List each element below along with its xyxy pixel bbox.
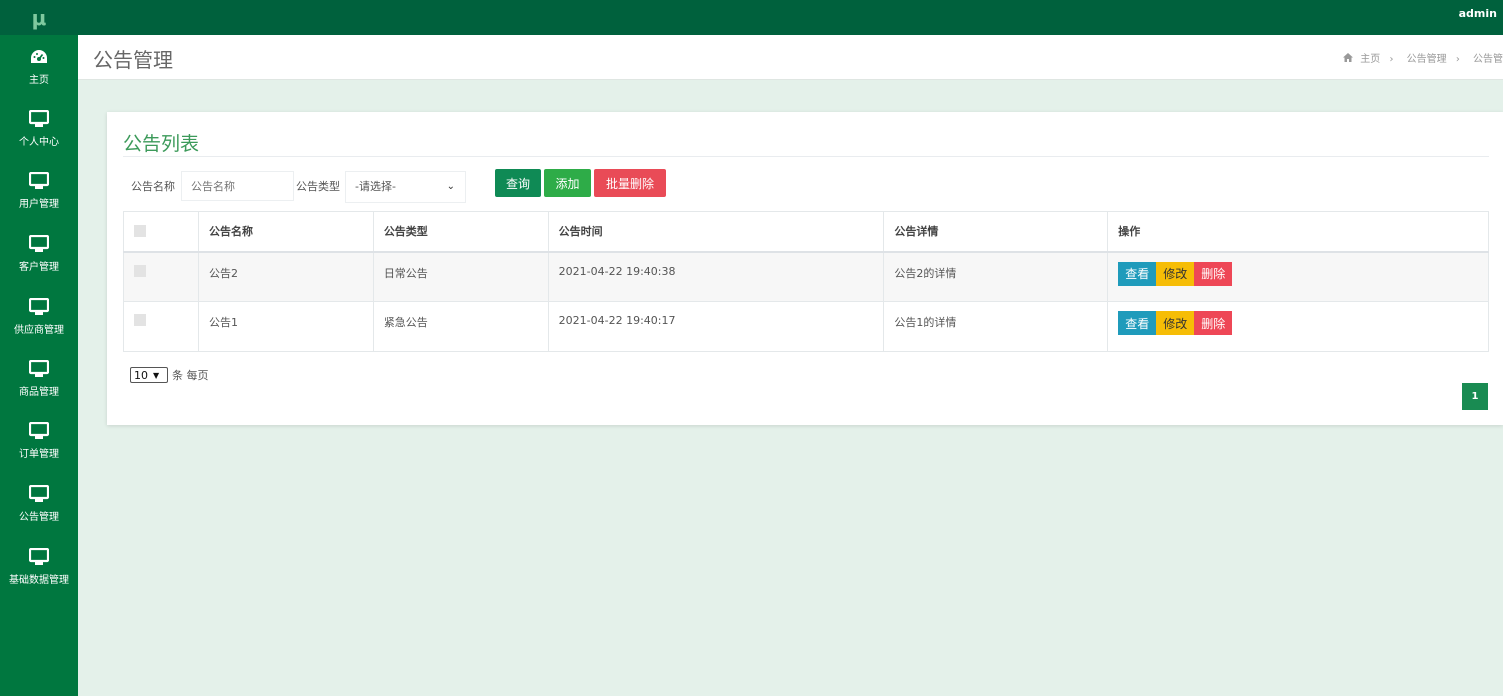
sidebar-item-label: 主页 [29,75,49,86]
sidebar-item-profile[interactable]: 个人中心 [0,97,78,159]
sidebar-item-label: 公告管理 [19,512,59,523]
monitor-icon [29,170,49,192]
view-button[interactable]: 查看 [1118,311,1157,335]
breadcrumb-item-current: 公告管 [1473,54,1503,65]
per-page-label: 条 每页 [172,369,209,382]
page-button-current[interactable]: 1 [1462,383,1488,410]
type-filter-value: -请选择- [355,180,396,193]
sidebar-item-label: 客户管理 [19,262,59,273]
app-logo: μ [31,5,47,30]
sidebar-item-suppliers[interactable]: 供应商管理 [0,285,78,347]
select-all-cell [123,211,199,253]
row-checkbox[interactable] [134,314,146,326]
table-row: 公告2 日常公告 2021-04-22 19:40:38 公告2的详情 查看 修… [123,251,1489,302]
sidebar-item-customers[interactable]: 客户管理 [0,222,78,284]
column-header: 公告时间 [547,211,885,253]
notice-list-card: 公告列表 公告名称 公告类型 -请选择- ⌄ 查询 添加 批量删除 公告名称 公… [107,112,1503,425]
monitor-icon [29,358,49,380]
notice-time: 2021-04-22 19:40:17 [547,301,885,352]
column-header: 公告名称 [197,211,374,253]
sidebar-item-label: 用户管理 [19,199,59,210]
search-button[interactable]: 查询 [495,169,541,197]
sidebar-item-label: 基础数据管理 [9,575,69,586]
column-header: 公告类型 [372,211,549,253]
page-size-value: 10 [134,368,148,382]
view-button[interactable]: 查看 [1118,261,1157,286]
notice-detail: 公告1的详情 [883,301,1109,352]
page-size-select[interactable]: 10 ▼ [130,367,168,383]
page-header: 公告管理 主页 › 公告管理 › 公告管 [78,35,1503,80]
sidebar-item-users[interactable]: 用户管理 [0,159,78,221]
chevron-down-icon: ▼ [153,370,160,380]
card-title: 公告列表 [123,133,200,155]
notice-type: 紧急公告 [372,301,549,352]
breadcrumb-item-notices[interactable]: 公告管理 [1407,54,1447,65]
divider [123,156,1489,157]
row-select-cell [123,301,199,352]
chevron-down-icon: ⌄ [446,181,455,192]
row-actions: 查看 修改 删除 [1107,251,1489,302]
table-header-row: 公告名称 公告类型 公告时间 公告详情 操作 [123,211,1489,253]
table-row: 公告1 紧急公告 2021-04-22 19:40:17 公告1的详情 查看 修… [123,301,1489,352]
row-actions: 查看 修改 删除 [1107,301,1489,352]
page-title: 公告管理 [93,48,173,72]
home-icon [1343,53,1356,65]
row-select-cell [123,251,199,302]
notice-detail: 公告2的详情 [883,251,1109,302]
monitor-icon [29,483,49,505]
top-bar: μ admin [0,0,1503,35]
page-size-control: 10 ▼ 条 每页 [130,367,209,383]
notice-table: 公告名称 公告类型 公告时间 公告详情 操作 公告2 日常公告 2021-04-… [123,211,1489,352]
add-button[interactable]: 添加 [544,169,591,197]
monitor-icon [29,546,49,568]
breadcrumb: 主页 › 公告管理 › 公告管 [1339,50,1503,65]
sidebar: 主页 个人中心 用户管理 客户管理 供应商管理 商品管理 订单管理 公告管理 基… [0,35,78,696]
type-filter-select[interactable]: -请选择- ⌄ [345,171,466,203]
edit-button[interactable]: 修改 [1156,311,1195,335]
notice-type: 日常公告 [372,251,549,302]
monitor-icon [29,420,49,442]
sidebar-item-base-data[interactable]: 基础数据管理 [0,535,78,597]
sidebar-item-label: 供应商管理 [14,325,64,336]
monitor-icon [29,296,49,318]
type-filter-label: 公告类型 [296,180,340,193]
edit-button[interactable]: 修改 [1156,261,1195,286]
monitor-icon [29,108,49,130]
batch-delete-button[interactable]: 批量删除 [594,169,666,197]
chevron-right-icon: › [1455,54,1460,65]
sidebar-item-orders[interactable]: 订单管理 [0,409,78,471]
filter-bar: 公告名称 公告类型 -请选择- ⌄ 查询 添加 批量删除 [107,169,1503,203]
notice-time: 2021-04-22 19:40:38 [547,251,885,302]
delete-button[interactable]: 删除 [1194,261,1233,286]
column-header: 操作 [1107,211,1489,253]
sidebar-item-products[interactable]: 商品管理 [0,347,78,409]
sidebar-item-home[interactable]: 主页 [0,35,78,97]
notice-name: 公告2 [197,251,374,302]
delete-button[interactable]: 删除 [1194,311,1233,335]
name-filter-input[interactable] [181,171,294,201]
column-header: 公告详情 [883,211,1109,253]
breadcrumb-item-home[interactable]: 主页 [1360,54,1380,65]
notice-name: 公告1 [197,301,374,352]
dashboard-icon [29,46,49,68]
chevron-right-icon: › [1389,54,1394,65]
user-name[interactable]: admin [1459,0,1497,35]
sidebar-item-notices[interactable]: 公告管理 [0,472,78,534]
monitor-icon [29,233,49,255]
select-all-checkbox[interactable] [134,225,146,238]
sidebar-item-label: 订单管理 [19,449,59,460]
sidebar-item-label: 个人中心 [19,137,59,148]
sidebar-item-label: 商品管理 [19,387,59,398]
row-checkbox[interactable] [134,264,146,277]
name-filter-label: 公告名称 [131,180,175,193]
